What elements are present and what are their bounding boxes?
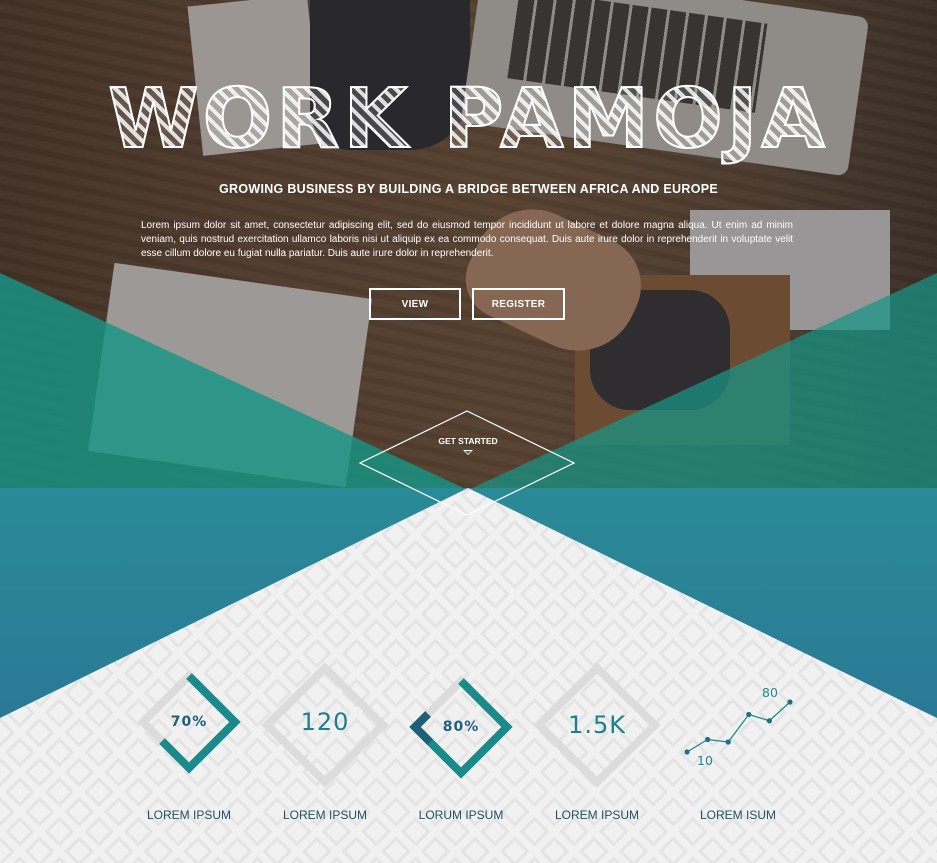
sparkline-point <box>705 736 711 743</box>
stat-value: 1.5K <box>568 711 626 739</box>
register-button[interactable]: REGISTER <box>472 288 565 320</box>
site-title: WORK PAMOJA <box>0 71 937 168</box>
chart-min-label: 10 <box>697 753 713 768</box>
chart-max-label: 80 <box>762 685 778 700</box>
stat-value: 70% <box>170 714 208 730</box>
sparkline-point <box>787 699 793 705</box>
chevron-down-icon <box>463 450 473 455</box>
stat-value: 80% <box>442 719 480 735</box>
stat-card-3: 80% <box>397 663 525 791</box>
stat-label-3: LORUM IPSUM <box>418 808 504 822</box>
stat-label-1: LOREM IPSUM <box>146 808 231 822</box>
sparkline-point <box>766 718 773 724</box>
view-button[interactable]: VIEW <box>369 288 461 320</box>
sparkline-point <box>746 711 752 718</box>
intro-paragraph: Lorem ipsum dolor sit amet, consectetur … <box>141 220 793 259</box>
stat-label-4: LOREM IPSUM <box>554 808 639 822</box>
stat-card-4: 1.5K <box>533 661 661 789</box>
tagline: GROWING BUSINESS BY BUILDING A BRIDGE BE… <box>218 182 718 196</box>
stat-value: 120 <box>300 708 350 736</box>
stat-label-5: LOREM ISUM <box>699 808 776 822</box>
stat-label-2: LOREM IPSUM <box>282 808 367 822</box>
stat-card-2: 120 <box>261 658 389 786</box>
sparkline-point <box>725 739 731 745</box>
stat-card-1: 70% <box>125 658 253 786</box>
get-started-label: GET STARTED <box>438 436 498 446</box>
get-started-link[interactable]: GET STARTED <box>404 436 532 455</box>
sparkline-point <box>684 749 690 755</box>
